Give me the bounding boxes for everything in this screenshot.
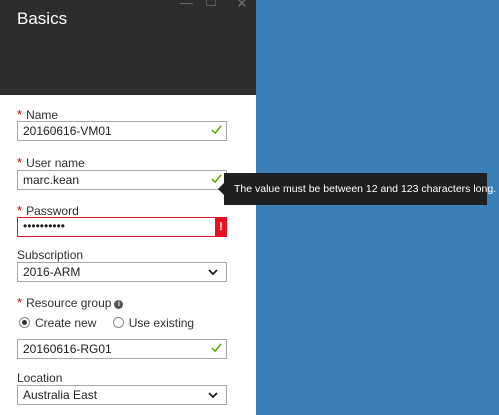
subscription-select[interactable]: 2016-ARM bbox=[17, 262, 227, 282]
radio-unselected-icon[interactable] bbox=[112, 317, 124, 328]
password-field[interactable]: •••••••••• ! bbox=[17, 217, 227, 237]
location-select[interactable]: Australia East bbox=[17, 385, 227, 405]
checkmark-icon bbox=[211, 125, 222, 135]
error-icon: ! bbox=[215, 217, 227, 237]
subscription-label: Subscription bbox=[17, 248, 84, 262]
maximize-icon[interactable]: ☐ bbox=[205, 0, 217, 8]
location-value: Australia East bbox=[23, 388, 98, 402]
blade-title: Basics bbox=[17, 9, 68, 28]
required-marker: * bbox=[17, 203, 23, 218]
location-label: Location bbox=[17, 371, 63, 385]
radio-selected-icon[interactable] bbox=[19, 317, 30, 328]
info-icon[interactable]: i bbox=[114, 300, 124, 309]
basics-blade: Basics — ☐ ✕ * Name 20160616-VM01 * User n… bbox=[0, 0, 256, 415]
required-marker: * bbox=[17, 107, 23, 122]
username-label: * User name bbox=[17, 155, 85, 170]
name-label: * Name bbox=[17, 107, 59, 122]
required-marker: * bbox=[17, 295, 23, 310]
validation-tooltip: The value must be between 12 and 123 cha… bbox=[224, 173, 496, 205]
minimize-icon[interactable]: — bbox=[180, 0, 193, 9]
blade-header: Basics — ☐ ✕ bbox=[0, 0, 256, 95]
subscription-value: 2016-ARM bbox=[23, 265, 81, 279]
resource-group-value: 20160616-RG01 bbox=[23, 342, 112, 356]
chevron-down-icon bbox=[208, 269, 218, 276]
name-value: 20160616-VM01 bbox=[23, 124, 112, 138]
resource-group-field[interactable]: 20160616-RG01 bbox=[17, 339, 227, 359]
radio-create-new[interactable]: Create new bbox=[19, 316, 96, 330]
name-field[interactable]: 20160616-VM01 bbox=[17, 121, 227, 141]
resource-group-options: Create new Use existing bbox=[19, 316, 207, 330]
username-field[interactable]: marc.kean bbox=[17, 170, 227, 190]
resource-group-label: * Resource group i bbox=[17, 295, 124, 310]
password-label: * Password bbox=[17, 203, 79, 218]
password-value: •••••••••• bbox=[23, 219, 66, 233]
username-value: marc.kean bbox=[23, 173, 80, 187]
radio-use-existing[interactable]: Use existing bbox=[112, 316, 194, 330]
close-icon[interactable]: ✕ bbox=[236, 0, 248, 10]
checkmark-icon bbox=[211, 343, 222, 353]
required-marker: * bbox=[17, 155, 23, 170]
chevron-down-icon bbox=[208, 392, 218, 399]
